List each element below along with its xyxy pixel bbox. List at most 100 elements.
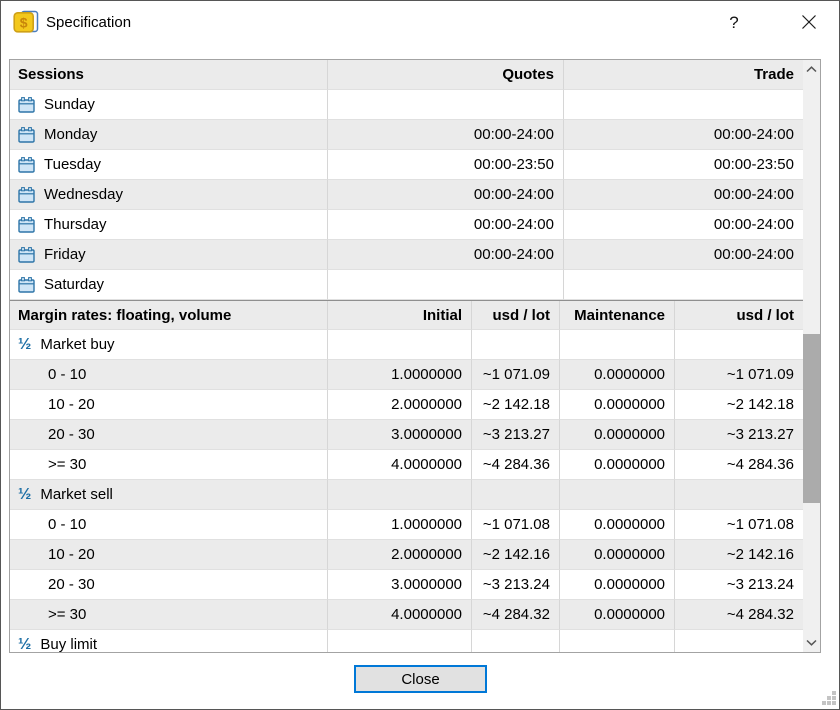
initial-usd-cell — [472, 480, 560, 510]
sessions-header-row: Sessions Quotes Trade — [10, 60, 803, 90]
maintenance-cell-text: 0.0000000 — [594, 546, 665, 563]
maintenance-usd-cell-text: ~1 071.08 — [727, 516, 794, 533]
range-cell: >= 30 — [10, 450, 328, 480]
quotes-cell-text: 00:00-24:00 — [474, 186, 554, 203]
chevron-down-icon — [806, 639, 817, 646]
margin-group-row: ½Market buy — [10, 330, 803, 360]
maintenance-cell — [560, 480, 675, 510]
margin-group-row: ½ Buy limit — [10, 630, 803, 653]
close-window-button[interactable] — [801, 14, 817, 30]
sessions-title-cell: Sessions — [10, 60, 328, 90]
initial-usd-cell-text: ~2 142.16 — [483, 546, 550, 563]
initial-usd-cell — [472, 330, 560, 360]
maintenance-cell: 0.0000000 — [560, 390, 675, 420]
range-cell-text: >= 30 — [48, 456, 86, 473]
initial-header-cell[interactable]: Initial — [328, 301, 472, 330]
half-fraction-icon: ½ — [18, 637, 31, 653]
group-label-cell-text: Buy limit — [40, 636, 97, 653]
initial-cell-text: 4.0000000 — [391, 606, 462, 623]
maintenance-cell-text: 0.0000000 — [594, 366, 665, 383]
initial-cell — [328, 480, 472, 510]
trade-cell — [564, 270, 803, 300]
maintenance-usd-cell-text: ~4 284.36 — [727, 456, 794, 473]
maintenance-header-cell[interactable]: Maintenance — [560, 301, 675, 330]
initial-cell-text: 3.0000000 — [391, 426, 462, 443]
maintenance-cell: 0.0000000 — [560, 600, 675, 630]
maintenance-cell — [560, 330, 675, 360]
initial-cell — [328, 330, 472, 360]
initial-cell — [328, 630, 472, 653]
maintenance-usd-cell-text: ~1 071.09 — [727, 366, 794, 383]
day-cell-text: Wednesday — [44, 186, 123, 203]
initial-cell: 1.0000000 — [328, 360, 472, 390]
calendar-icon — [18, 247, 35, 263]
quotes-cell — [328, 90, 564, 120]
initial-usd-cell-text: ~4 284.36 — [483, 456, 550, 473]
session-row: Wednesday 00:00-24:00 00:00-24:00 — [10, 180, 803, 210]
initial-cell: 4.0000000 — [328, 450, 472, 480]
quotes-cell-text: 00:00-23:50 — [474, 156, 554, 173]
initial-cell: 1.0000000 — [328, 510, 472, 540]
quotes-cell-text: 00:00-24:00 — [474, 126, 554, 143]
table-rows: Sessions Quotes Trade Sunday Monday 00:00… — [10, 60, 803, 653]
scrollbar-thumb[interactable] — [803, 334, 820, 503]
initial-usd-cell-text: ~4 284.32 — [483, 606, 550, 623]
maintenance-unit-header-cell[interactable]: usd / lot — [675, 301, 803, 330]
maintenance-usd-cell — [675, 630, 803, 653]
group-label-cell-text: Market sell — [40, 486, 113, 503]
maintenance-cell-text: 0.0000000 — [594, 516, 665, 533]
quotes-cell: 00:00-24:00 — [328, 180, 564, 210]
range-cell-text: 20 - 30 — [48, 576, 95, 593]
range-cell: 20 - 30 — [10, 570, 328, 600]
session-row: Thursday 00:00-24:00 00:00-24:00 — [10, 210, 803, 240]
margin-header-row: Margin rates: floating, volume Initial u… — [10, 300, 803, 330]
initial-unit-header-cell[interactable]: usd / lot — [472, 301, 560, 330]
initial-usd-cell-text: ~3 213.24 — [483, 576, 550, 593]
initial-usd-cell: ~4 284.32 — [472, 600, 560, 630]
session-rows-container: Sunday Monday00:00-24:0000:00-24:00 Tues… — [10, 90, 803, 300]
close-button[interactable]: Close — [354, 665, 487, 693]
maintenance-cell-text: 0.0000000 — [594, 456, 665, 473]
resize-grip[interactable] — [822, 691, 836, 705]
scroll-down-button[interactable] — [803, 634, 820, 651]
day-cell: Friday — [10, 240, 328, 270]
quotes-header-cell[interactable]: Quotes — [328, 60, 564, 90]
day-cell-text: Thursday — [44, 216, 107, 233]
group-label-cell: ½Market buy — [10, 330, 328, 360]
day-cell: Saturday — [10, 270, 328, 300]
initial-usd-cell: ~2 142.18 — [472, 390, 560, 420]
initial-usd-cell: ~3 213.27 — [472, 420, 560, 450]
trade-cell: 00:00-24:00 — [564, 180, 803, 210]
day-cell: Sunday — [10, 90, 328, 120]
session-row: Friday00:00-24:0000:00-24:00 — [10, 240, 803, 270]
maintenance-usd-cell: ~3 213.27 — [675, 420, 803, 450]
margin-rate-row: >= 304.0000000~4 284.320.0000000~4 284.3… — [10, 600, 803, 630]
maintenance-usd-cell: ~2 142.18 — [675, 390, 803, 420]
calendar-icon — [18, 277, 35, 293]
chevron-up-icon — [806, 66, 817, 73]
scroll-up-button[interactable] — [803, 61, 820, 78]
trade-cell: 00:00-24:00 — [564, 210, 803, 240]
help-button[interactable]: ? — [721, 10, 747, 36]
day-cell-text: Friday — [44, 246, 86, 263]
vertical-scrollbar[interactable] — [803, 60, 820, 652]
quotes-cell: 00:00-23:50 — [328, 150, 564, 180]
maintenance-usd-cell: ~1 071.09 — [675, 360, 803, 390]
initial-cell: 3.0000000 — [328, 570, 472, 600]
margin-rate-row: 20 - 303.0000000~3 213.240.0000000~3 213… — [10, 570, 803, 600]
maintenance-cell: 0.0000000 — [560, 450, 675, 480]
quotes-cell-text: 00:00-24:00 — [474, 246, 554, 263]
specification-dialog: $ Specification ? Sessions Quotes Trade … — [0, 0, 840, 710]
initial-cell-text: 2.0000000 — [391, 546, 462, 563]
initial-cell: 3.0000000 — [328, 420, 472, 450]
initial-cell: 4.0000000 — [328, 600, 472, 630]
trade-header-cell[interactable]: Trade — [564, 60, 803, 90]
day-cell-text: Monday — [44, 126, 97, 143]
margin-title-cell: Margin rates: floating, volume — [10, 301, 328, 330]
range-cell: 0 - 10 — [10, 360, 328, 390]
trade-cell-text: 00:00-24:00 — [714, 216, 794, 233]
half-fraction-icon: ½ — [18, 487, 31, 503]
quotes-cell: 00:00-24:00 — [328, 210, 564, 240]
initial-usd-cell: ~4 284.36 — [472, 450, 560, 480]
margin-rate-row: 20 - 303.0000000~3 213.270.0000000~3 213… — [10, 420, 803, 450]
